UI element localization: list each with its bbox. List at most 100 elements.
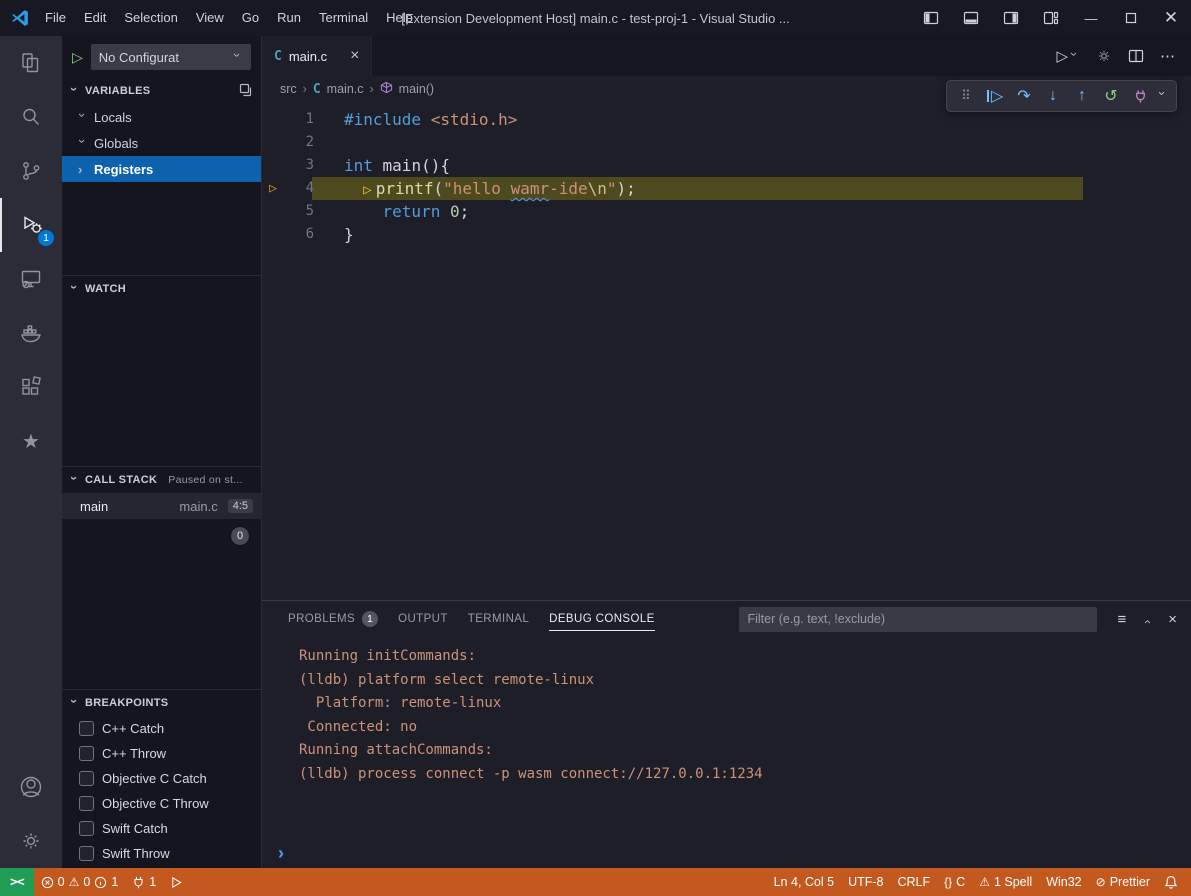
search-icon[interactable] [0, 90, 62, 144]
breakpoint-swift-catch[interactable]: Swift Catch [62, 816, 261, 841]
layout-panel-icon[interactable] [951, 0, 991, 36]
layout-secondary-sidebar-icon[interactable] [991, 0, 1031, 36]
checkbox-icon[interactable] [79, 796, 94, 811]
console-filter-input[interactable] [739, 607, 1097, 632]
breakpoints-section: › BREAKPOINTS C++ CatchC++ ThrowObjectiv… [62, 689, 261, 868]
status-spell-checker[interactable]: ⚠1 Spell [972, 868, 1039, 896]
explorer-icon[interactable] [0, 36, 62, 90]
menu-file[interactable]: File [36, 0, 75, 36]
close-window-icon[interactable]: ✕ [1151, 0, 1191, 36]
menu-view[interactable]: View [187, 0, 233, 36]
breakpoint-gutter[interactable] [262, 131, 284, 154]
step-over-button[interactable]: ↷ [1012, 86, 1036, 106]
close-icon[interactable]: × [350, 48, 359, 64]
checkbox-icon[interactable] [79, 746, 94, 761]
status-bar: >< 0 ⚠ 0 1 1 Ln 4, Col 5UTF-8CRLF{}C⚠1 S… [0, 868, 1191, 896]
variables-header[interactable]: › VARIABLES [62, 78, 261, 104]
status-eol[interactable]: CRLF [891, 868, 938, 896]
customize-layout-icon[interactable] [1031, 0, 1071, 36]
accounts-icon[interactable] [0, 760, 62, 814]
checkbox-icon[interactable] [79, 771, 94, 786]
run-and-debug-icon[interactable]: 1 [0, 198, 62, 252]
menu-edit[interactable]: Edit [75, 0, 115, 36]
callstack-header[interactable]: › CALL STACK Paused on st... [62, 467, 261, 493]
panel-tab-terminal[interactable]: TERMINAL [468, 601, 529, 637]
source-control-icon[interactable] [0, 144, 62, 198]
breakpoint-objective-c-catch[interactable]: Objective C Catch [62, 766, 261, 791]
maximize-icon[interactable] [1111, 0, 1151, 36]
status-notifications[interactable] [1157, 868, 1185, 896]
variables-item-locals[interactable]: ›Locals [62, 104, 261, 130]
panel-tab-output[interactable]: OUTPUT [398, 601, 448, 637]
continue-button[interactable]: ▷ [983, 86, 1007, 106]
panel-tab-problems[interactable]: PROBLEMS1 [288, 601, 378, 637]
status-encoding[interactable]: UTF-8 [841, 868, 890, 896]
breakpoint-gutter[interactable] [262, 154, 284, 177]
checkbox-icon[interactable] [79, 821, 94, 836]
minimize-icon[interactable]: — [1071, 0, 1111, 36]
extensions-icon[interactable] [0, 360, 62, 414]
breadcrumb-folder[interactable]: src [280, 82, 297, 96]
layout-sidebar-icon[interactable] [911, 0, 951, 36]
watch-header[interactable]: › WATCH [62, 276, 261, 302]
filter-lines-icon[interactable]: ≡ [1117, 611, 1126, 628]
breakpoint-c-throw[interactable]: C++ Throw [62, 741, 261, 766]
step-out-button[interactable]: ↑ [1070, 87, 1094, 105]
code-token: } [344, 225, 354, 244]
status-language-mode[interactable]: {}C [937, 868, 972, 896]
status-problems[interactable]: 0 ⚠ 0 1 [34, 868, 126, 896]
breadcrumb-symbol[interactable]: main() [399, 82, 434, 96]
inline-breakpoint-icon[interactable]: ▷ [363, 182, 375, 198]
breakpoint-swift-throw[interactable]: Swift Throw [62, 841, 261, 866]
stack-frame-row[interactable]: main main.c 4:5 [62, 493, 261, 519]
menu-run[interactable]: Run [268, 0, 310, 36]
remote-explorer-icon[interactable] [0, 252, 62, 306]
settings-gear-icon[interactable] [1096, 48, 1112, 64]
status-cursor-position[interactable]: Ln 4, Col 5 [767, 868, 841, 896]
menu-go[interactable]: Go [233, 0, 268, 36]
run-or-debug-button[interactable]: ▷› [1056, 47, 1080, 65]
copy-icon[interactable] [239, 83, 253, 100]
chevron-down-icon[interactable]: › [1156, 91, 1169, 103]
editor[interactable]: 1#include <stdio.h>23int main(){▷4 ▷prin… [262, 102, 1191, 600]
breadcrumb-file[interactable]: main.c [327, 82, 364, 96]
panel-tab-debug-console[interactable]: DEBUG CONSOLE [549, 601, 655, 637]
tab-main-c[interactable]: C main.c × [262, 36, 372, 76]
favorites-star-icon[interactable]: ★ [0, 414, 62, 468]
breakpoint-c-catch[interactable]: C++ Catch [62, 716, 261, 741]
checkbox-icon[interactable] [79, 721, 94, 736]
debug-config-select[interactable]: No Configurat › [91, 44, 251, 70]
chevron-down-icon: › [68, 699, 81, 709]
breakpoint-gutter[interactable] [262, 223, 284, 246]
line-number: 4 [284, 177, 314, 200]
disconnect-button[interactable] [1128, 89, 1152, 104]
docker-icon[interactable] [0, 306, 62, 360]
status-formatter[interactable]: ⊘Prettier [1089, 868, 1157, 896]
more-actions-icon[interactable]: ⋯ [1160, 47, 1175, 65]
menu-terminal[interactable]: Terminal [310, 0, 377, 36]
breakpoint-gutter[interactable] [262, 108, 284, 131]
restart-button[interactable]: ↺ [1099, 86, 1123, 106]
drag-handle-icon[interactable]: ⠿ [954, 88, 978, 104]
menu-selection[interactable]: Selection [115, 0, 186, 36]
debug-console-output[interactable]: Running initCommands:(lldb) platform sel… [262, 637, 1191, 838]
console-input-row[interactable]: › [262, 838, 1191, 868]
status-debug[interactable] [163, 868, 190, 896]
remote-indicator[interactable]: >< [0, 868, 34, 896]
breakpoint-objective-c-throw[interactable]: Objective C Throw [62, 791, 261, 816]
status-ports[interactable]: 1 [125, 868, 163, 896]
variables-item-registers[interactable]: ›Registers [62, 156, 261, 182]
step-into-button[interactable]: ↓ [1041, 87, 1065, 105]
current-line-arrow-icon[interactable]: ▷ [262, 177, 284, 200]
variables-item-globals[interactable]: ›Globals [62, 130, 261, 156]
split-editor-icon[interactable] [1128, 48, 1144, 64]
status-label: 1 Spell [994, 875, 1032, 889]
chevron-up-icon[interactable]: › [1140, 614, 1153, 624]
close-panel-icon[interactable]: × [1168, 611, 1177, 628]
breakpoints-header[interactable]: › BREAKPOINTS [62, 690, 261, 716]
breakpoint-gutter[interactable] [262, 200, 284, 223]
start-debugging-icon[interactable]: ▷ [72, 49, 83, 66]
settings-gear-icon[interactable] [0, 814, 62, 868]
status-platform[interactable]: Win32 [1039, 868, 1088, 896]
checkbox-icon[interactable] [79, 846, 94, 861]
